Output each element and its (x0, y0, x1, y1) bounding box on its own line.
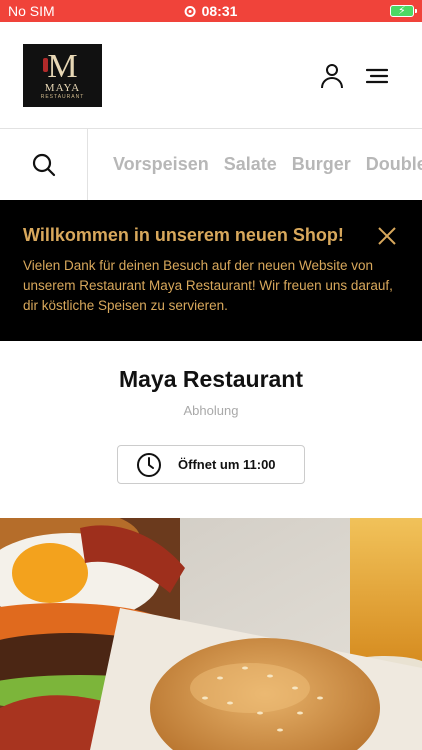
status-bar: No SIM 08:31 ⚡ (0, 0, 422, 22)
welcome-banner: Willkommen in unserem neuen Shop! Vielen… (0, 200, 422, 341)
restaurant-name: Maya Restaurant (118, 366, 304, 392)
carrier-label: No SIM (8, 3, 55, 19)
banner-title: Willkommen in unserem neuen Shop! (23, 225, 344, 245)
logo-sub: RESTAURANT (40, 93, 85, 100)
category-tab-vorspeisen[interactable]: Vorspeisen (113, 154, 209, 175)
opening-hours-button[interactable]: Öffnet um 11:00 (117, 445, 305, 484)
header: M MAYA RESTAURANT (0, 22, 422, 129)
menu-icon[interactable] (362, 61, 392, 91)
recording-icon (184, 5, 196, 17)
logo-letter: M (43, 47, 78, 85)
restaurant-logo[interactable]: M MAYA RESTAURANT (23, 44, 102, 107)
recording-time: 08:31 (184, 3, 238, 19)
user-icon[interactable] (317, 61, 347, 91)
category-tab-double[interactable]: Double (366, 154, 422, 175)
battery-icon: ⚡ (390, 5, 417, 17)
order-mode: Abholung (183, 403, 239, 418)
category-tab-burger[interactable]: Burger (292, 154, 351, 175)
banner-text: Vielen Dank für deinen Besuch auf der ne… (23, 258, 393, 313)
category-tabs: Vorspeisen Salate Burger Double (88, 154, 422, 175)
category-bar: Vorspeisen Salate Burger Double (0, 129, 422, 200)
category-tab-salate[interactable]: Salate (224, 154, 277, 175)
search-icon[interactable] (0, 129, 88, 200)
opening-hours-label: Öffnet um 11:00 (178, 457, 276, 472)
clock-time: 08:31 (201, 3, 238, 19)
hero-food-image (0, 518, 422, 750)
clock-icon (137, 452, 161, 477)
close-icon[interactable] (378, 227, 396, 245)
